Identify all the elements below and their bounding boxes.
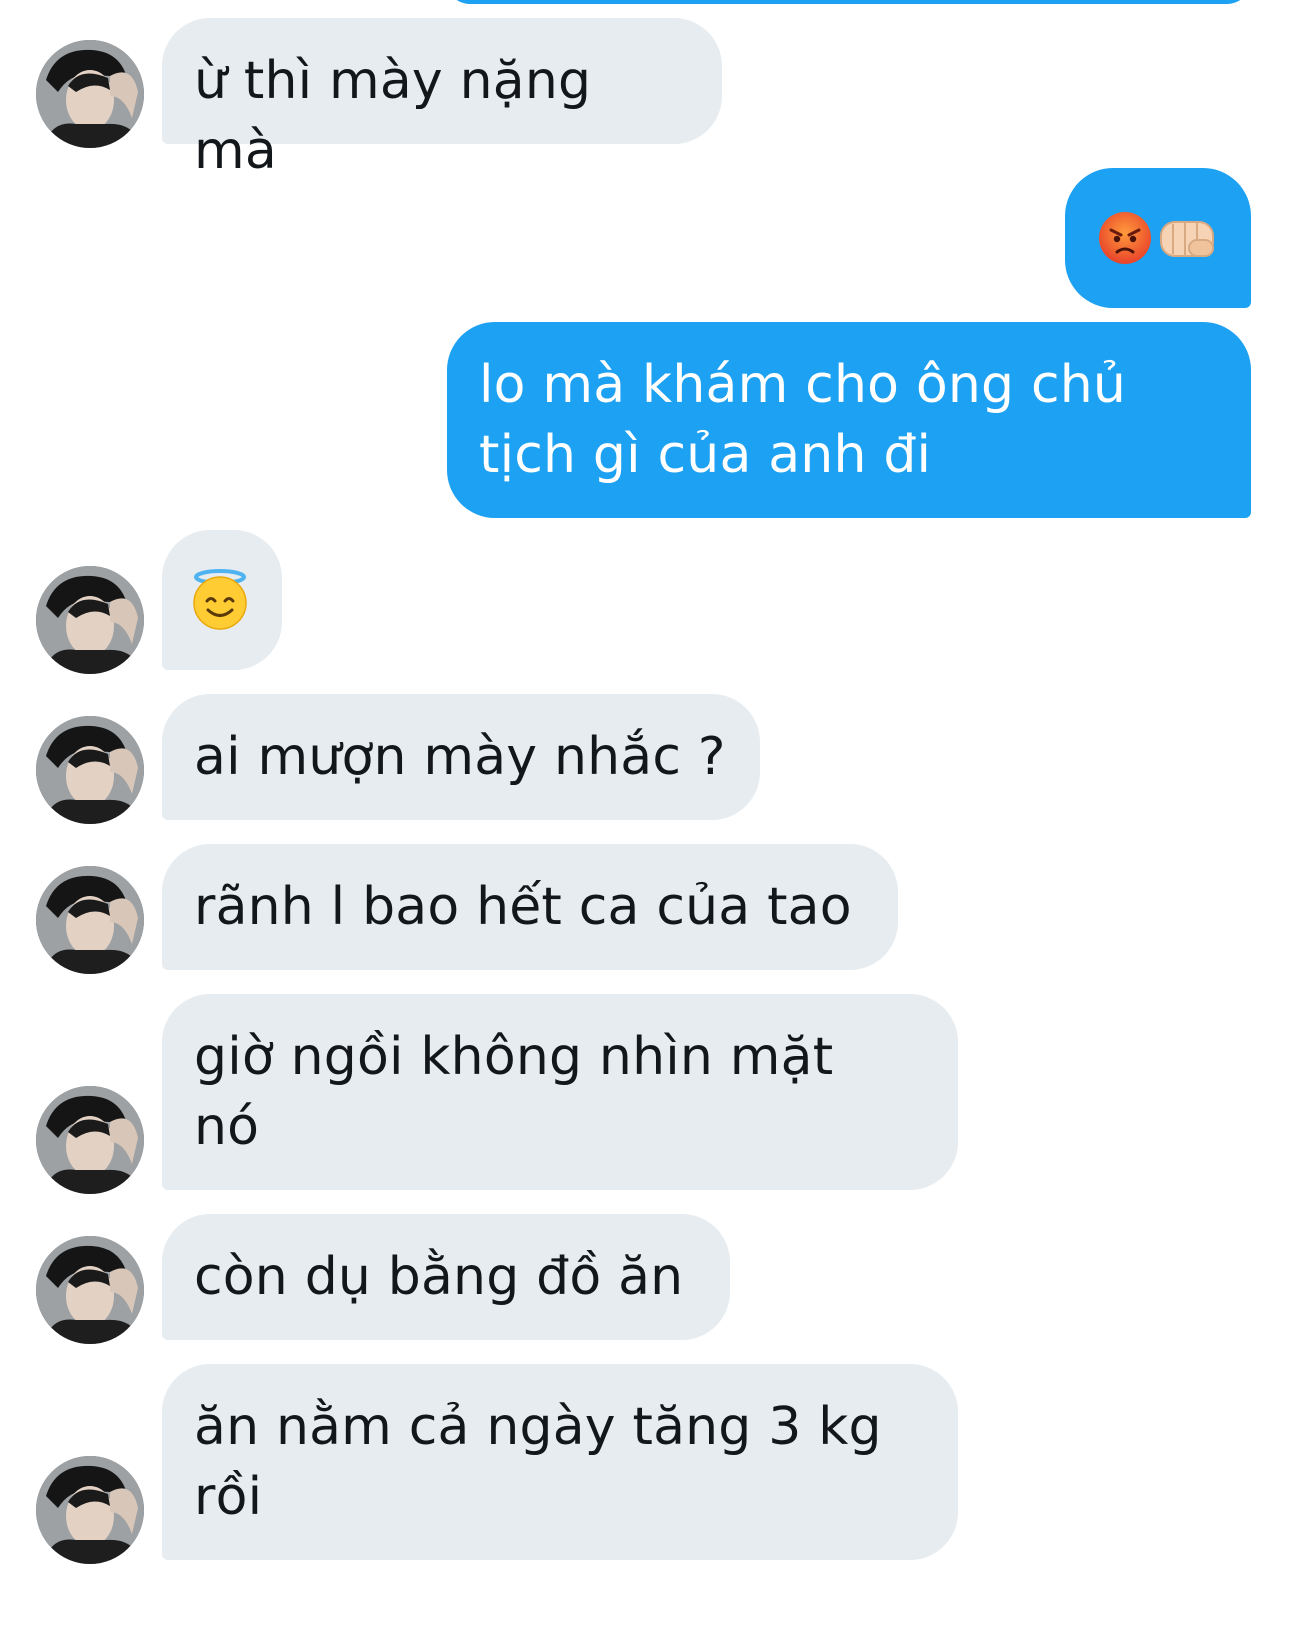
message-text: lo mà khám cho ông chủ tịch gì của anh đ… [479,355,1127,485]
message-text: ăn nằm cả ngày tăng 3 kg rồi [194,1397,882,1527]
incoming-emoji-message[interactable] [162,530,282,670]
contact-avatar[interactable] [36,1456,144,1564]
contact-avatar[interactable] [36,1236,144,1344]
outgoing-message[interactable]: lo mà khám cho ông chủ tịch gì của anh đ… [447,322,1251,518]
oncoming-fist-icon [1157,210,1217,266]
message-text: ừ thì mày nặng mà [194,51,608,181]
smiling-face-with-halo-icon [190,569,250,631]
message-text: ai mượn mày nhắc ? [194,727,726,787]
contact-avatar[interactable] [36,40,144,148]
conversation-view[interactable]: ừ thì mày nặng mà lo mà khám cho ông chủ… [0,0,1290,1629]
incoming-message[interactable]: giờ ngồi không nhìn mặt nó [162,994,958,1190]
contact-avatar[interactable] [36,1086,144,1194]
incoming-message[interactable]: rãnh l bao hết ca của tao [162,844,898,970]
pouting-face-icon [1097,210,1153,266]
incoming-message[interactable]: ăn nằm cả ngày tăng 3 kg rồi [162,1364,958,1560]
message-text: rãnh l bao hết ca của tao [194,877,852,937]
contact-avatar[interactable] [36,566,144,674]
incoming-message[interactable]: ừ thì mày nặng mà [162,18,722,181]
message-text: còn dụ bằng đồ ăn [194,1247,684,1307]
outgoing-emoji-message[interactable] [1065,168,1251,308]
incoming-message[interactable]: ai mượn mày nhắc ? [162,694,760,820]
message-text: giờ ngồi không nhìn mặt nó [194,1027,834,1157]
contact-avatar[interactable] [36,716,144,824]
previous-outgoing-bubble-edge[interactable] [446,0,1251,4]
contact-avatar[interactable] [36,866,144,974]
incoming-message[interactable]: còn dụ bằng đồ ăn [162,1214,730,1340]
